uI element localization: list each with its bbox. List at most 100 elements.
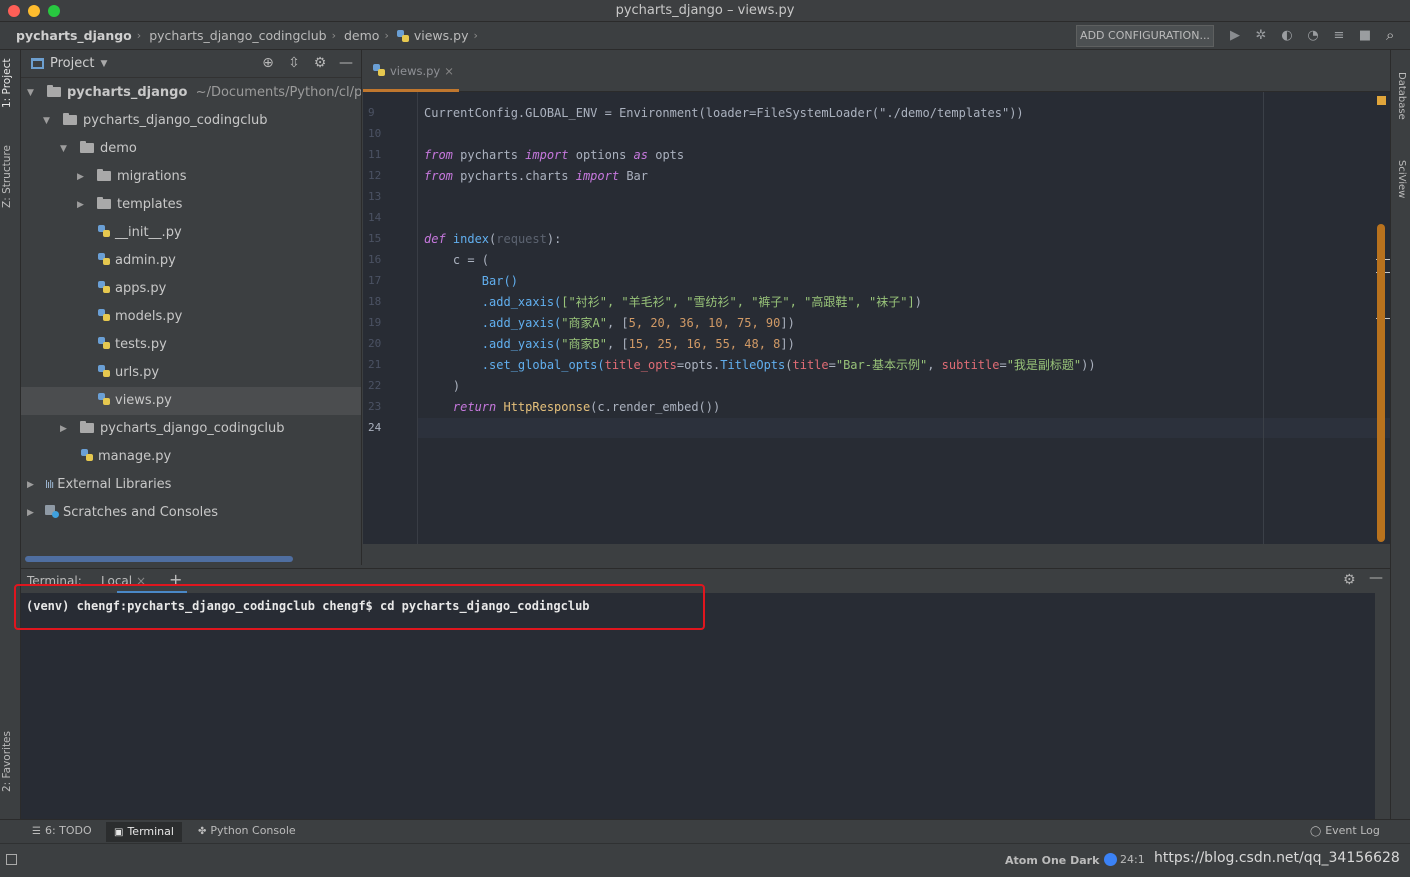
line-number: 10: [368, 127, 382, 140]
chevron-down-icon: ▼: [43, 116, 50, 126]
tab-views-py[interactable]: views.py ×: [363, 58, 459, 92]
scratches-icon: [45, 505, 59, 518]
stop-icon[interactable]: ■: [1352, 27, 1378, 45]
tree-item-label: urls.py: [115, 365, 160, 380]
run-icon[interactable]: ▶: [1222, 27, 1248, 45]
chevron-right-icon: ▶: [60, 424, 67, 434]
search-icon[interactable]: ⌕: [1386, 26, 1394, 44]
tab-label: 6: TODO: [44, 824, 92, 837]
folder-icon: [97, 197, 111, 209]
tree-root[interactable]: ▼ pycharts_django ~/Documents/Python/cl/…: [21, 79, 362, 107]
debug-icon[interactable]: ✲: [1248, 27, 1274, 45]
project-panel-tools: ⊕ ⇳ ⚙ —: [255, 55, 359, 71]
code-line-15: def index(request):: [424, 232, 562, 246]
tree-item[interactable]: ▶ Scratches and Consoles: [21, 499, 361, 527]
coverage-icon[interactable]: ◐: [1274, 27, 1300, 45]
root-name: pycharts_django: [67, 85, 188, 100]
tree-item[interactable]: urls.py: [21, 359, 361, 387]
tab-python-console[interactable]: ✤ Python Console: [198, 824, 296, 837]
code-line-18: .add_xaxis(["衬衫", "羊毛衫", "雪纺衫", "裤子", "高…: [424, 295, 922, 309]
tree-item-label: manage.py: [98, 449, 172, 464]
breadcrumb-project[interactable]: pycharts_django: [16, 28, 132, 43]
code-line-9: CurrentConfig.GLOBAL_ENV = Environment(l…: [424, 106, 1024, 120]
root-path: ~/Documents/Python/cl/pyec: [195, 85, 362, 100]
tree-item[interactable]: ▶ templates: [21, 191, 361, 219]
python-file-icon: [98, 281, 110, 293]
line-number: 20: [368, 337, 382, 350]
tree-item[interactable]: ▶ lılı External Libraries: [21, 471, 361, 499]
tree-item[interactable]: ▼ demo: [21, 135, 361, 163]
collapse-all-icon[interactable]: ⇳: [281, 55, 307, 71]
python-file-icon: [98, 309, 110, 321]
tree-item-label: demo: [100, 141, 137, 156]
editor-tab-bar: views.py ×: [363, 50, 1390, 92]
left-tool-stripe: 1: Project Z: Structure 2: Favorites: [0, 50, 21, 822]
tab-project[interactable]: 1: Project: [1, 59, 13, 108]
line-number: 18: [368, 295, 382, 308]
python-file-icon: [98, 225, 110, 237]
code-editor[interactable]: 9 10 11 12 13 14 15 16 17 18 19 20 21 22…: [363, 92, 1390, 544]
tab-label: Python Console: [210, 824, 296, 837]
tree-item[interactable]: ▶ migrations: [21, 163, 361, 191]
horizontal-scrollbar[interactable]: [25, 556, 293, 562]
tree-item-label: tests.py: [115, 337, 167, 352]
tree-item[interactable]: apps.py: [21, 275, 361, 303]
project-view-selector[interactable]: Project ▼: [31, 56, 107, 71]
breadcrumb-demo[interactable]: demo: [344, 28, 379, 43]
tree-item-selected[interactable]: views.py: [21, 387, 361, 415]
tree-item[interactable]: ▼ pycharts_django_codingclub: [21, 107, 361, 135]
minimize-icon[interactable]: —: [1369, 570, 1383, 586]
tree-item[interactable]: models.py: [21, 303, 361, 331]
caret-position[interactable]: 24:1: [1120, 853, 1145, 866]
hide-icon[interactable]: —: [333, 55, 359, 71]
breadcrumb-package[interactable]: pycharts_django_codingclub: [149, 28, 326, 43]
python-file-icon: [98, 365, 110, 377]
tree-item[interactable]: ▶ pycharts_django_codingclub: [21, 415, 361, 443]
editor-scrollbar[interactable]: [1377, 224, 1385, 542]
add-configuration-button[interactable]: ADD CONFIGURATION...: [1076, 25, 1214, 47]
breadcrumb-file[interactable]: views.py: [414, 28, 469, 43]
tab-todo[interactable]: ☰ 6: TODO: [32, 824, 92, 837]
terminal-scroll-area: [1375, 593, 1390, 819]
navigation-bar: pycharts_django › pycharts_django_coding…: [0, 22, 1410, 50]
tab-label: Terminal: [127, 825, 174, 838]
tab-structure[interactable]: Z: Structure: [1, 145, 13, 208]
code-line-17: Bar(): [424, 274, 518, 288]
line-number: 21: [368, 358, 382, 371]
gear-icon[interactable]: ⚙: [307, 55, 333, 71]
tab-favorites[interactable]: 2: Favorites: [1, 731, 13, 792]
tab-label: views.py: [390, 64, 441, 78]
locate-icon[interactable]: ⊕: [255, 55, 281, 71]
code-line-11: from pycharts import options as opts: [424, 148, 685, 162]
library-icon: lılı: [45, 478, 54, 491]
chevron-right-icon: ▶: [77, 172, 84, 182]
chevron-right-icon: ›: [136, 29, 142, 42]
tab-event-log[interactable]: ◯ Event Log: [1310, 824, 1380, 837]
tree-item-label: Scratches and Consoles: [63, 505, 219, 520]
folder-icon: [97, 169, 111, 181]
concurrency-icon[interactable]: ≡: [1326, 27, 1352, 45]
tab-terminal[interactable]: ▣ Terminal: [106, 822, 182, 842]
tab-sciview[interactable]: SciView: [1396, 160, 1407, 198]
chevron-down-icon: ▼: [100, 58, 108, 69]
warning-icon[interactable]: [1377, 96, 1386, 105]
list-icon: ☰: [32, 826, 41, 837]
tree-item[interactable]: admin.py: [21, 247, 361, 275]
close-icon[interactable]: ×: [444, 64, 454, 78]
gear-icon[interactable]: ⚙: [1343, 572, 1356, 588]
chevron-down-icon: ▼: [60, 144, 67, 154]
tree-item[interactable]: __init__.py: [21, 219, 361, 247]
python-file-icon: [373, 64, 385, 76]
chevron-right-icon: ▶: [27, 480, 34, 490]
tree-item[interactable]: tests.py: [21, 331, 361, 359]
chevron-down-icon: ▼: [27, 88, 34, 98]
tab-database[interactable]: Database: [1396, 72, 1407, 120]
line-number: 16: [368, 253, 382, 266]
tree-item[interactable]: manage.py: [21, 443, 361, 471]
tree-item-label: __init__.py: [115, 225, 182, 240]
pycharm-window: pycharts_django – views.py pycharts_djan…: [0, 0, 1410, 877]
layout-toggle-icon[interactable]: [6, 854, 17, 865]
theme-indicator[interactable]: Atom One Dark: [1005, 853, 1118, 867]
profile-icon[interactable]: ◔: [1300, 27, 1326, 45]
tree-item-label: models.py: [115, 309, 183, 324]
